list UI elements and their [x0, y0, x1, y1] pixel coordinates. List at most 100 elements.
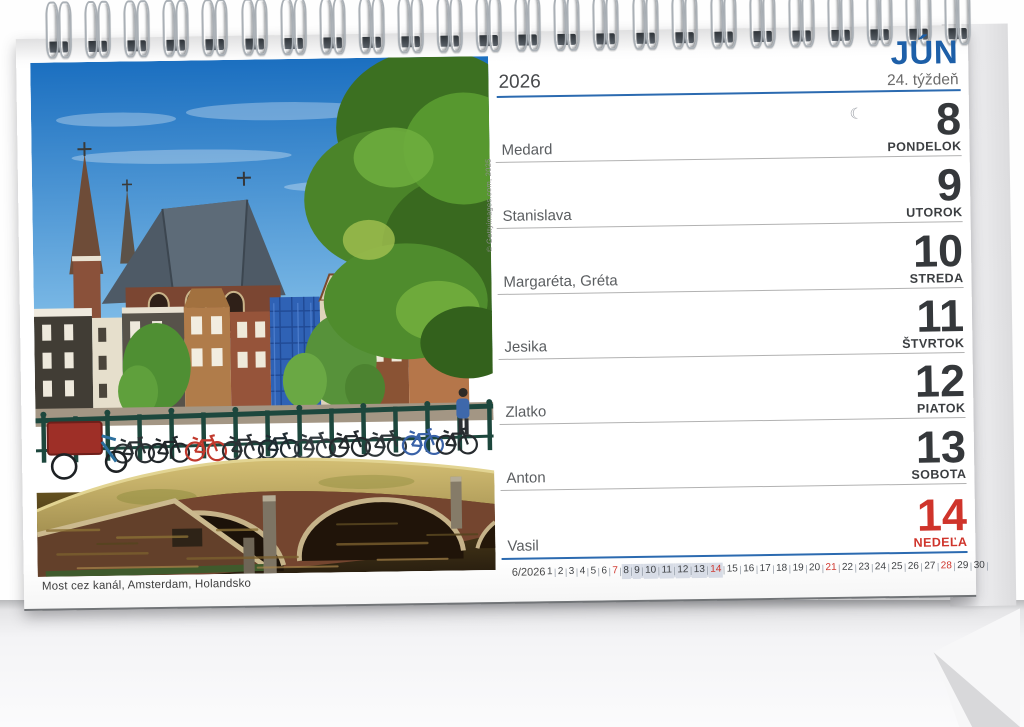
- ring-wire: [123, 0, 137, 57]
- name-day: Medard: [501, 141, 552, 159]
- ring-wire: [371, 0, 385, 54]
- ring-wire: [176, 0, 190, 57]
- strip-day: 3: [567, 564, 576, 579]
- amsterdam-canal-illustration: [30, 56, 496, 577]
- day-row-monday: ☾ 8 PONDELOK Medard: [495, 89, 962, 163]
- day-number: 8: [936, 96, 962, 141]
- strip-day: 24: [873, 560, 887, 575]
- name-day: Zlatko: [505, 403, 546, 421]
- ring-wire: [241, 0, 255, 56]
- ring-wire: [215, 0, 229, 56]
- strip-day: 16: [742, 562, 756, 577]
- strip-day: 19: [791, 561, 805, 576]
- calendar-panel: JÚN 2026 24. týždeň ☾ 8 PONDELOK Medard …: [494, 25, 968, 602]
- strip-day: 22: [840, 560, 854, 575]
- strip-day: 29: [956, 558, 970, 573]
- strip-separator: |: [986, 559, 989, 573]
- day-name: UTOROK: [906, 205, 963, 220]
- week-number-label: 24. týždeň: [887, 71, 959, 90]
- day-row-sunday: 14 NEDEĽA Vasil: [501, 483, 968, 560]
- day-number: 11: [916, 293, 964, 339]
- ring-wire: [202, 0, 216, 56]
- binding-ring: [240, 0, 267, 54]
- day-name: STREDA: [910, 271, 964, 286]
- ring-wire: [58, 1, 72, 58]
- month-strip-days: 1|2|3|4|5|6|7|8|9|10|11|12|13|14|15|16|1…: [545, 558, 988, 580]
- strip-day: 17: [758, 561, 772, 576]
- strip-day: 4: [578, 564, 587, 579]
- ring-wire: [163, 0, 177, 57]
- ring-wire: [410, 0, 424, 53]
- desk-base: [0, 600, 1024, 727]
- calendar-page: Most cez kanál, Amsterdam, Holandsko © G…: [16, 25, 976, 611]
- binding-ring: [279, 0, 306, 53]
- day-name: PONDELOK: [887, 139, 961, 154]
- day-row-thursday: 11 ŠTVRTOK Jesika: [498, 287, 965, 360]
- name-day: Vasil: [507, 537, 539, 554]
- strip-day: 13: [692, 562, 706, 577]
- ring-wire: [45, 1, 59, 58]
- day-number: 9: [937, 162, 963, 207]
- strip-day: 18: [774, 561, 788, 576]
- strip-day: 20: [807, 561, 821, 576]
- day-row-friday: 12 PIATOK Zlatko: [499, 352, 966, 425]
- day-row-saturday: 13 SOBOTA Anton: [500, 417, 967, 491]
- strip-day: 14: [709, 562, 723, 577]
- strip-day: 8: [622, 564, 631, 579]
- day-number: 12: [915, 358, 966, 404]
- moon-phase-icon: ☾: [849, 105, 863, 123]
- name-day: Jesika: [504, 338, 547, 356]
- strip-day: 6: [600, 564, 609, 579]
- binding-ring: [44, 1, 71, 56]
- day-row-tuesday: 9 UTOROK Stanislava: [496, 155, 963, 229]
- strip-day: 21: [824, 560, 838, 575]
- month-strip-label: 6/2026: [512, 566, 546, 578]
- day-name: SOBOTA: [911, 467, 966, 482]
- day-row-wednesday: 10 STREDA Margaréta, Gréta: [497, 221, 964, 295]
- ring-wire: [397, 0, 411, 53]
- name-day: Anton: [506, 469, 545, 487]
- ring-wire: [254, 0, 268, 56]
- binding-ring: [435, 0, 462, 51]
- day-name: PIATOK: [917, 401, 966, 416]
- strip-day: 2: [556, 565, 565, 580]
- strip-day: 11: [660, 563, 674, 578]
- day-name: ŠTVRTOK: [902, 336, 965, 351]
- strip-day: 10: [643, 563, 657, 578]
- month-strip: 6/2026 1|2|3|4|5|6|7|8|9|10|11|12|13|14|…: [504, 557, 968, 582]
- ring-wire: [358, 0, 372, 54]
- year-label: 2026: [498, 71, 541, 94]
- strip-day: 26: [906, 559, 920, 574]
- ring-wire: [319, 0, 333, 55]
- binding-ring: [318, 0, 345, 53]
- ring-wire: [84, 1, 98, 58]
- strip-day: 30: [972, 558, 986, 573]
- ring-wire: [280, 0, 294, 55]
- strip-day: 5: [589, 564, 598, 579]
- ring-wire: [97, 1, 111, 58]
- ring-wire: [293, 0, 307, 55]
- calendar-photo: [30, 56, 496, 577]
- ring-wire: [449, 0, 463, 53]
- day-name: NEDEĽA: [913, 535, 967, 550]
- month-title: JÚN: [890, 33, 958, 72]
- strip-day: 28: [939, 559, 953, 574]
- day-number: 10: [913, 228, 964, 274]
- strip-day: 9: [633, 563, 642, 578]
- binding-ring: [83, 1, 110, 56]
- day-number: 13: [916, 424, 967, 470]
- name-day: Stanislava: [502, 207, 571, 225]
- ring-wire: [475, 0, 489, 52]
- binding-ring: [396, 0, 423, 51]
- strip-day: 25: [890, 559, 904, 574]
- binding-ring: [357, 0, 384, 52]
- name-day: Margaréta, Gréta: [503, 272, 617, 291]
- strip-day: 23: [857, 560, 871, 575]
- binding-ring: [122, 0, 149, 55]
- binding-ring: [162, 0, 189, 55]
- strip-day: 12: [676, 563, 690, 578]
- strip-day: 1: [545, 565, 554, 580]
- ring-wire: [332, 0, 346, 54]
- photo-credit: © Gettyimages.com, 2025: [482, 60, 494, 252]
- strip-day: 27: [923, 559, 937, 574]
